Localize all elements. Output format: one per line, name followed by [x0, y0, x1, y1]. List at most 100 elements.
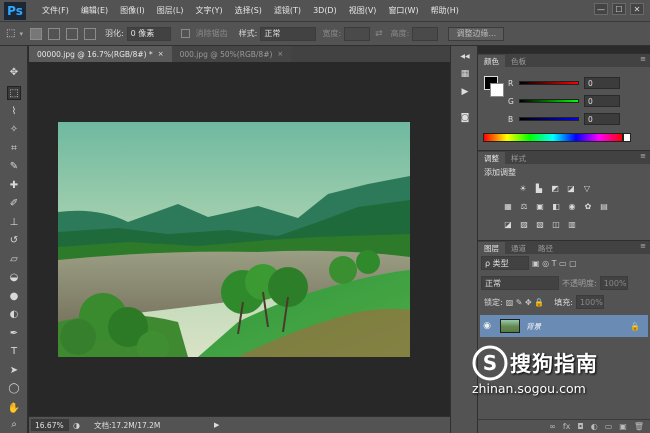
balance-icon[interactable]: ⚖ [519, 202, 529, 212]
blue-value-input[interactable]: 0 [584, 113, 620, 125]
menu-window[interactable]: 窗口(W) [382, 5, 424, 16]
eye-icon[interactable]: ◉ [480, 321, 494, 331]
color-balance-icon[interactable]: ▣ [535, 202, 545, 212]
menu-edit[interactable]: 编辑(E) [75, 5, 114, 16]
menu-file[interactable]: 文件(F) [36, 5, 75, 16]
close-button[interactable]: ✕ [630, 3, 644, 15]
tab-channels[interactable]: 通道 [505, 242, 532, 254]
status-menu-arrow-icon[interactable]: ▶ [214, 421, 219, 429]
green-slider[interactable]: G 0 [508, 94, 644, 108]
lock-icons[interactable]: ▨ ✎ ✥ 🔒 [506, 298, 545, 307]
healing-brush-icon[interactable]: ✚ [7, 179, 21, 193]
menu-filter[interactable]: 滤镜(T) [268, 5, 307, 16]
swap-icon[interactable]: ⇄ [375, 29, 383, 39]
intersect-selection-icon[interactable] [83, 27, 96, 40]
posterize-icon[interactable]: ▨ [519, 220, 529, 230]
zoom-input[interactable]: 16.67% [31, 419, 69, 431]
fx-icon[interactable]: fx [563, 422, 571, 431]
lasso-tool-icon[interactable]: ⌇ [7, 105, 21, 119]
hand-tool-icon[interactable]: ✋ [7, 402, 21, 416]
invert-icon[interactable]: ◪ [503, 220, 513, 230]
path-select-icon[interactable]: ➤ [7, 364, 21, 378]
green-value-input[interactable]: 0 [584, 95, 620, 107]
group-folder-icon[interactable]: ▭ [605, 422, 613, 431]
blue-slider[interactable]: B 0 [508, 112, 644, 126]
chevron-down-icon[interactable]: ▾ [19, 30, 23, 38]
background-color-swatch[interactable] [490, 83, 504, 97]
layer-background[interactable]: ◉ 背景 🔒 [480, 315, 648, 337]
new-layer-icon[interactable]: ▣ [619, 422, 627, 431]
red-value-input[interactable]: 0 [584, 77, 620, 89]
canvas-area[interactable] [29, 62, 450, 416]
eyedropper-tool-icon[interactable]: ✎ [7, 160, 21, 174]
maximize-button[interactable]: ☐ [612, 3, 626, 15]
info-icon[interactable]: ◑ [73, 421, 80, 430]
panel-menu-icon[interactable]: ≡ [640, 242, 646, 250]
menu-view[interactable]: 视图(V) [343, 5, 383, 16]
fill-input[interactable]: 100% [575, 295, 604, 309]
menu-select[interactable]: 选择(S) [229, 5, 268, 16]
history-panel-icon[interactable]: ▦ [458, 68, 472, 81]
photo-filter-icon[interactable]: ◉ [567, 202, 577, 212]
close-icon[interactable]: × [277, 50, 283, 58]
refine-edge-button[interactable]: 调整边缘... [448, 26, 505, 41]
close-icon[interactable]: × [158, 50, 164, 58]
move-tool-icon[interactable]: ✥ [7, 66, 21, 80]
properties-panel-icon[interactable]: ◙ [458, 112, 472, 125]
curves-icon[interactable]: ◩ [550, 184, 560, 194]
menu-3d[interactable]: 3D(D) [307, 6, 343, 15]
threshold-icon[interactable]: ▧ [535, 220, 545, 230]
link-layers-icon[interactable]: ∞ [549, 422, 556, 431]
brightness-icon[interactable]: ☀ [518, 184, 528, 194]
antialias-checkbox[interactable] [180, 29, 190, 38]
trash-icon[interactable]: 🗑 [634, 422, 644, 431]
brush-tool-icon[interactable]: ✐ [7, 197, 21, 211]
new-selection-icon[interactable] [29, 27, 42, 40]
red-slider[interactable]: R 0 [508, 76, 644, 90]
paint-bucket-icon[interactable]: ◒ [7, 271, 21, 285]
filter-icons[interactable]: ▣ ◎ T ▭ ▢ [532, 259, 577, 268]
width-input[interactable] [344, 26, 371, 41]
tab-color[interactable]: 颜色 [478, 55, 505, 67]
document-image[interactable] [58, 122, 410, 357]
blend-mode-select[interactable]: 正常 [481, 276, 559, 290]
feather-input[interactable]: 0 像素 [126, 26, 171, 41]
history-brush-icon[interactable]: ↺ [7, 234, 21, 248]
tab-adjustments[interactable]: 调整 [478, 152, 505, 164]
levels-icon[interactable]: ▙ [534, 184, 544, 194]
eraser-tool-icon[interactable]: ▱ [7, 253, 21, 267]
zoom-tool-icon[interactable]: ⌕ [7, 418, 21, 432]
mask-icon[interactable]: ◘ [577, 422, 583, 431]
actions-panel-icon[interactable]: ▶ [458, 86, 472, 99]
color-lookup-icon[interactable]: ▤ [599, 202, 609, 212]
blur-tool-icon[interactable]: ● [7, 290, 21, 304]
marquee-tool-icon[interactable]: ⬚ [7, 86, 21, 100]
color-spectrum-bar[interactable] [483, 133, 623, 142]
tab-paths[interactable]: 路径 [532, 242, 559, 254]
panel-menu-icon[interactable]: ≡ [640, 152, 646, 160]
black-white-icon[interactable]: ◧ [551, 202, 561, 212]
ellipse-tool-icon[interactable]: ◯ [7, 382, 21, 396]
type-tool-icon[interactable]: T [7, 345, 21, 359]
menu-layer[interactable]: 图层(L) [151, 5, 190, 16]
menu-type[interactable]: 文字(Y) [189, 5, 228, 16]
pen-tool-icon[interactable]: ✒ [7, 327, 21, 341]
clone-stamp-icon[interactable]: ⊥ [7, 216, 21, 230]
opacity-input[interactable]: 100% [599, 276, 628, 290]
crop-tool-icon[interactable]: ⌗ [7, 142, 21, 156]
marquee-tool-icon[interactable]: ⬚ [6, 28, 15, 39]
channel-mixer-icon[interactable]: ✿ [583, 202, 593, 212]
white-swatch[interactable] [623, 133, 631, 142]
collapse-arrows-icon[interactable]: ◀◀ [458, 50, 472, 63]
style-select[interactable]: 正常 [260, 26, 317, 41]
tab-document-1[interactable]: 00000.jpg @ 16.7%(RGB/8#) * × [29, 46, 172, 62]
layer-kind-filter[interactable]: ρ 类型 [481, 256, 529, 270]
height-input[interactable] [412, 26, 439, 41]
exposure-icon[interactable]: ◪ [566, 184, 576, 194]
tab-swatches[interactable]: 色板 [505, 55, 532, 67]
gradient-map-icon[interactable]: ▽ [582, 184, 592, 194]
tab-document-2[interactable]: 000.jpg @ 50%(RGB/8#) × [171, 46, 292, 62]
subtract-selection-icon[interactable] [65, 27, 78, 40]
vibrance-icon[interactable]: ▦ [503, 202, 513, 212]
minimize-button[interactable]: — [594, 3, 608, 15]
